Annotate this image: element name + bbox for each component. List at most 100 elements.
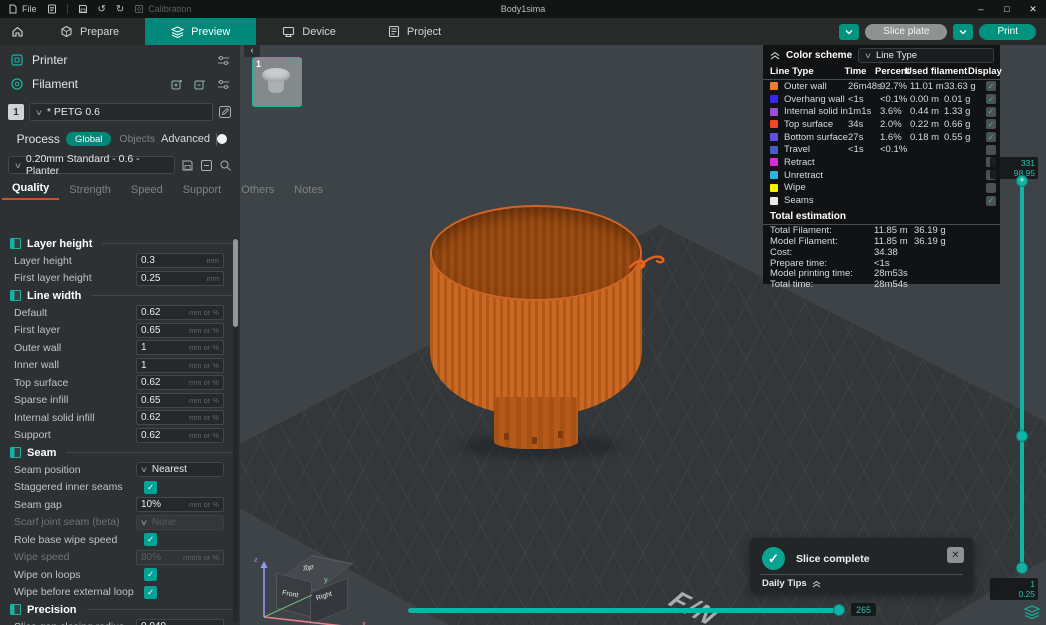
tab-project[interactable]: Project [362, 18, 467, 45]
toast-close-button[interactable]: ✕ [947, 547, 964, 563]
navigation-cube[interactable]: Top Front Right z x y [254, 553, 374, 625]
setting-checkbox[interactable] [144, 586, 157, 599]
setting-label: Sparse infill [14, 394, 136, 406]
save-preset-icon[interactable] [181, 159, 194, 172]
display-checkbox[interactable] [986, 196, 996, 206]
printer-label: Printer [32, 53, 67, 67]
filament-section-row[interactable]: Filament [0, 72, 240, 96]
process-global-toggle[interactable]: Global [66, 132, 111, 146]
settings-scrollbar[interactable] [233, 237, 238, 623]
collapse-panel-icon[interactable] [770, 51, 780, 60]
calibration-button[interactable]: Calibration [134, 4, 191, 14]
printer-settings-icon[interactable] [217, 55, 230, 66]
setting-checkbox[interactable] [144, 533, 157, 546]
parameter-tabs: QualityStrengthSpeedSupportOthersNotes [0, 180, 240, 200]
line-type-used-g: 1.33 g [944, 106, 978, 117]
layer-slider-top-handle[interactable]: + [1016, 175, 1028, 187]
home-button[interactable] [0, 18, 34, 45]
param-tab-quality[interactable]: Quality [2, 182, 59, 200]
daily-tips-toggle[interactable]: Daily Tips [762, 578, 821, 589]
setting-select[interactable]: ∨None [136, 515, 224, 530]
tab-prepare[interactable]: Prepare [34, 18, 145, 45]
remove-filament-icon[interactable] [194, 78, 207, 91]
line-type-used-m: 0.22 m [910, 119, 944, 130]
line-type-time: <1s [848, 94, 880, 105]
calibration-label: Calibration [148, 4, 191, 14]
move-slider-handle[interactable] [833, 604, 845, 616]
tab-preview[interactable]: Preview [145, 18, 256, 45]
save-icon[interactable] [78, 4, 88, 14]
layer-slider-bottom-badge: 1 0.25 [990, 578, 1038, 600]
print-options-chevron-button[interactable] [953, 24, 973, 40]
slice-options-chevron-button[interactable] [839, 24, 859, 40]
setting-input[interactable]: 0.049mm [136, 619, 224, 625]
move-slider[interactable]: 265 [408, 603, 1046, 617]
display-checkbox[interactable] [986, 81, 996, 91]
scrollbar-thumb[interactable] [233, 239, 238, 327]
filament-select[interactable]: ∨ * PETG 0.6 [29, 103, 213, 121]
close-button[interactable]: ✕ [1020, 0, 1046, 18]
tab-device[interactable]: Device [256, 18, 362, 45]
display-checkbox[interactable] [986, 94, 996, 104]
display-checkbox[interactable] [986, 132, 996, 142]
move-slider-track[interactable] [408, 608, 845, 613]
setting-select-value: None [152, 517, 176, 528]
param-tab-strength[interactable]: Strength [59, 184, 121, 200]
setting-label: Wipe on loops [14, 569, 144, 581]
display-checkbox[interactable] [986, 183, 996, 193]
slice-plate-button[interactable]: Slice plate [865, 24, 947, 40]
setting-checkbox[interactable] [144, 568, 157, 581]
param-tab-others[interactable]: Others [231, 184, 284, 200]
layer-slider-track[interactable] [1020, 180, 1024, 568]
add-filament-icon[interactable] [171, 78, 184, 91]
setting-input[interactable]: 10%mm or % [136, 497, 224, 512]
layer-slider-bottom-handle[interactable] [1016, 562, 1028, 574]
print-button[interactable]: Print [979, 24, 1036, 40]
navcube-right-face[interactable] [310, 577, 348, 624]
setting-input[interactable]: 0.3mm [136, 253, 224, 268]
process-preset-select[interactable]: ∨ 0.20mm Standard - 0.6 - Planter [8, 156, 175, 174]
setting-input[interactable]: 0.65mm or % [136, 393, 224, 408]
setting-select[interactable]: ∨Nearest [136, 462, 224, 477]
setting-input[interactable]: 0.65mm or % [136, 323, 224, 338]
advanced-toggle[interactable] [216, 133, 217, 146]
plate-thumbnail[interactable]: 1 [252, 57, 302, 107]
printer-section-row[interactable]: Printer [0, 48, 240, 72]
setting-input[interactable]: 0.62mm or % [136, 410, 224, 425]
setting-checkbox[interactable] [144, 481, 157, 494]
view-mode-select[interactable]: ∨ Line Type [858, 48, 994, 63]
delete-preset-icon[interactable] [200, 159, 213, 172]
undo-icon[interactable]: ↺ [98, 4, 106, 15]
process-objects-toggle[interactable]: Objects [119, 133, 155, 145]
display-checkbox[interactable] [986, 119, 996, 129]
setting-input[interactable]: 80%mm/s or % [136, 550, 224, 565]
collapse-sidebar-button[interactable]: ‹ [244, 45, 260, 57]
line-type-swatch [770, 120, 778, 128]
param-tab-notes[interactable]: Notes [284, 184, 333, 200]
display-checkbox[interactable] [986, 145, 996, 155]
layer-range-slider[interactable]: 331 98.95 + 1 0.25 [1020, 135, 1024, 625]
edit-filament-icon[interactable] [218, 105, 232, 119]
redo-icon[interactable]: ↻ [116, 4, 124, 15]
notes-icon[interactable] [47, 4, 57, 14]
setting-input[interactable]: 0.62mm or % [136, 428, 224, 443]
search-icon[interactable] [219, 159, 232, 172]
setting-input[interactable]: 0.25mm [136, 271, 224, 286]
setting-input[interactable]: 0.62mm or % [136, 375, 224, 390]
setting-input[interactable]: 1mm or % [136, 340, 224, 355]
param-tab-support[interactable]: Support [173, 184, 232, 200]
navcube-top-face[interactable] [274, 555, 353, 591]
maximize-button[interactable]: □ [994, 0, 1020, 18]
navcube-front-face[interactable] [276, 573, 312, 618]
filament-settings-icon[interactable] [217, 79, 230, 90]
minimize-button[interactable]: – [968, 0, 994, 18]
setting-unit: mm or % [189, 308, 219, 317]
setting-input[interactable]: 1mm or % [136, 358, 224, 373]
daily-tips-label: Daily Tips [762, 578, 807, 589]
display-checkbox[interactable] [986, 107, 996, 117]
layer-slider-drag-handle[interactable] [1016, 430, 1028, 442]
compare-presets-icon[interactable] [229, 133, 230, 145]
file-menu-button[interactable]: File [8, 4, 37, 14]
param-tab-speed[interactable]: Speed [121, 184, 173, 200]
setting-input[interactable]: 0.62mm or % [136, 305, 224, 320]
